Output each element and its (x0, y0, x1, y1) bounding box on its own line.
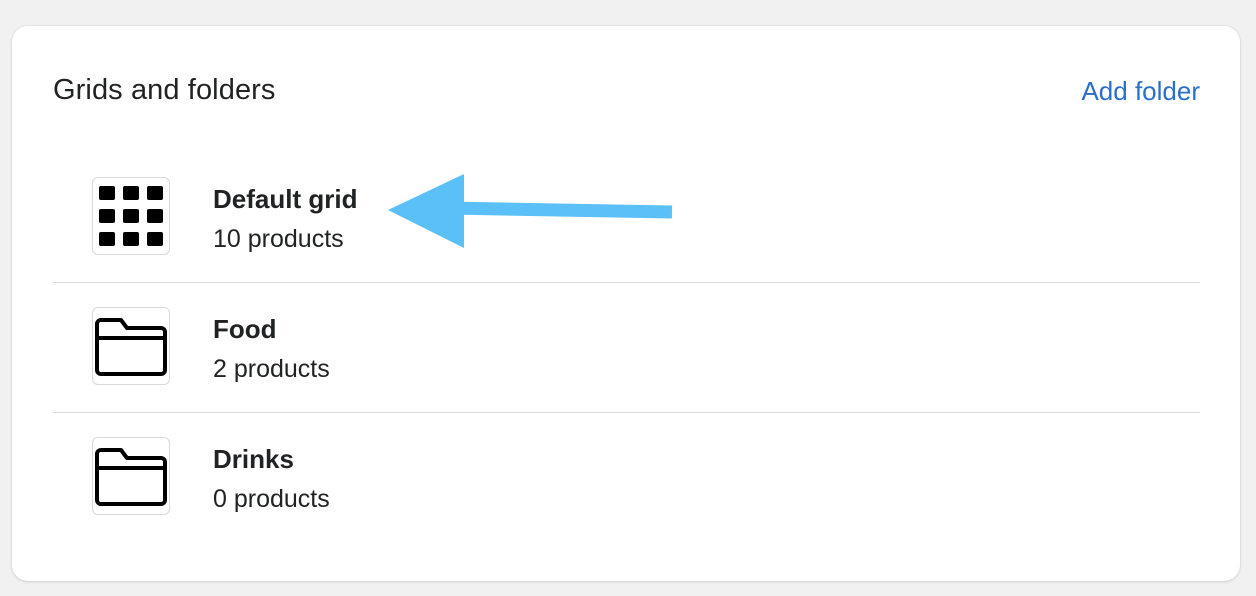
folder-icon (92, 307, 170, 385)
list-item-food[interactable]: Food 2 products (53, 282, 1200, 412)
folder-icon (92, 437, 170, 515)
list-item-text: Drinks 0 products (213, 443, 330, 515)
list-item-count: 10 products (213, 225, 344, 253)
card-title: Grids and folders (53, 74, 276, 106)
list-item-count: 0 products (213, 485, 330, 513)
annotation-arrow-icon (388, 174, 673, 248)
add-folder-button[interactable]: Add folder (1081, 76, 1200, 107)
list-item-drinks[interactable]: Drinks 0 products (53, 412, 1200, 542)
list-item-text: Default grid 10 products (213, 183, 357, 255)
list-item-name: Drinks (213, 444, 294, 474)
list-item-count: 2 products (213, 355, 330, 383)
grids-and-folders-card: Grids and folders Add folder Default gri… (12, 26, 1240, 581)
list-item-name: Default grid (213, 184, 358, 214)
card-header: Grids and folders Add folder (53, 72, 1200, 112)
list-item-text: Food 2 products (213, 313, 330, 385)
grid-icon (92, 177, 170, 255)
list-item-name: Food (213, 314, 277, 344)
